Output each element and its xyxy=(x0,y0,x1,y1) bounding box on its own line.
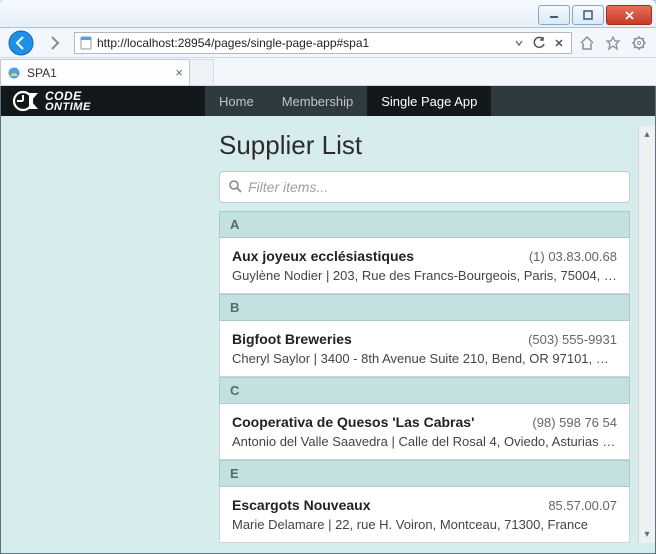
left-sidebar xyxy=(1,116,205,553)
supplier-phone: (98) 598 76 54 xyxy=(532,415,617,430)
supplier-list: A Aux joyeux ecclésiastiques (1) 03.83.00.… xyxy=(219,211,630,543)
window-minimize-button[interactable] xyxy=(538,5,570,25)
filter-box[interactable] xyxy=(219,171,630,203)
new-tab-button[interactable] xyxy=(190,59,214,85)
brand-text-2: ONTIME xyxy=(45,102,91,113)
supplier-details: Guylène Nodier | 203, Rue des Francs-Bou… xyxy=(232,268,617,283)
section-header: C xyxy=(219,377,630,404)
supplier-details: Marie Delamare | 22, rue H. Voiron, Mont… xyxy=(232,517,617,532)
tools-icon[interactable] xyxy=(628,32,650,54)
supplier-card[interactable]: Cooperativa de Quesos 'Las Cabras' (98) 5… xyxy=(219,404,630,460)
supplier-card[interactable]: Aux joyeux ecclésiastiques (1) 03.83.00.6… xyxy=(219,238,630,294)
search-icon xyxy=(228,179,242,196)
section-header: A xyxy=(219,211,630,238)
window-titlebar xyxy=(0,0,656,28)
favicon-icon xyxy=(7,66,21,80)
section-header: B xyxy=(219,294,630,321)
app-navbar: CODE ONTIME HomeMembershipSingle Page Ap… xyxy=(1,86,655,116)
nav-back-button[interactable] xyxy=(6,28,36,58)
url-input[interactable] xyxy=(97,36,507,50)
window-maximize-button[interactable] xyxy=(572,5,604,25)
tab-title: SPA1 xyxy=(27,66,57,80)
supplier-card[interactable]: Bigfoot Breweries (503) 555-9931 Cheryl Sa… xyxy=(219,321,630,377)
refresh-icon[interactable] xyxy=(531,35,547,51)
main-panel: Supplier List AAux joyeux ecclésiastique… xyxy=(205,116,655,553)
main-menu: HomeMembershipSingle Page App xyxy=(205,86,491,116)
section-header: E xyxy=(219,460,630,487)
supplier-card[interactable]: Escargots Nouveaux 85.57.00.07 Marie Delam… xyxy=(219,487,630,543)
brand-text-1: CODE xyxy=(45,90,91,102)
address-bar[interactable] xyxy=(74,32,572,54)
supplier-details: Cheryl Saylor | 3400 - 8th Avenue Suite … xyxy=(232,351,617,366)
menu-item[interactable]: Single Page App xyxy=(367,86,491,116)
supplier-phone: (503) 555-9931 xyxy=(528,332,617,347)
supplier-name: Escargots Nouveaux xyxy=(232,497,371,513)
stop-icon[interactable] xyxy=(551,35,567,51)
home-icon[interactable] xyxy=(576,32,598,54)
nav-forward-button[interactable] xyxy=(40,28,70,58)
supplier-name: Cooperativa de Quesos 'Las Cabras' xyxy=(232,414,474,430)
dropdown-icon[interactable] xyxy=(511,35,527,51)
supplier-phone: (1) 03.83.00.68 xyxy=(529,249,617,264)
scroll-down-icon[interactable]: ▾ xyxy=(639,526,655,543)
favorites-icon[interactable] xyxy=(602,32,624,54)
page-icon xyxy=(79,36,93,50)
brand[interactable]: CODE ONTIME xyxy=(1,86,205,116)
page-title: Supplier List xyxy=(219,130,634,161)
app-root: CODE ONTIME HomeMembershipSingle Page Ap… xyxy=(0,86,656,554)
supplier-name: Bigfoot Breweries xyxy=(232,331,352,347)
menu-item[interactable]: Home xyxy=(205,86,268,116)
supplier-phone: 85.57.00.07 xyxy=(548,498,617,513)
browser-navbar xyxy=(0,28,656,58)
window-close-button[interactable] xyxy=(606,5,652,25)
scrollbar[interactable]: ▴ ▾ xyxy=(638,126,655,543)
tab-close-icon[interactable]: × xyxy=(175,65,183,80)
brand-logo-icon xyxy=(11,87,39,115)
supplier-details: Antonio del Valle Saavedra | Calle del R… xyxy=(232,434,617,449)
filter-input[interactable] xyxy=(248,179,621,195)
supplier-name: Aux joyeux ecclésiastiques xyxy=(232,248,414,264)
browser-tab[interactable]: SPA1 × xyxy=(0,59,190,85)
content-area: Supplier List AAux joyeux ecclésiastique… xyxy=(1,116,655,553)
browser-tabstrip: SPA1 × xyxy=(0,58,656,86)
scroll-up-icon[interactable]: ▴ xyxy=(639,126,655,143)
menu-item[interactable]: Membership xyxy=(268,86,368,116)
